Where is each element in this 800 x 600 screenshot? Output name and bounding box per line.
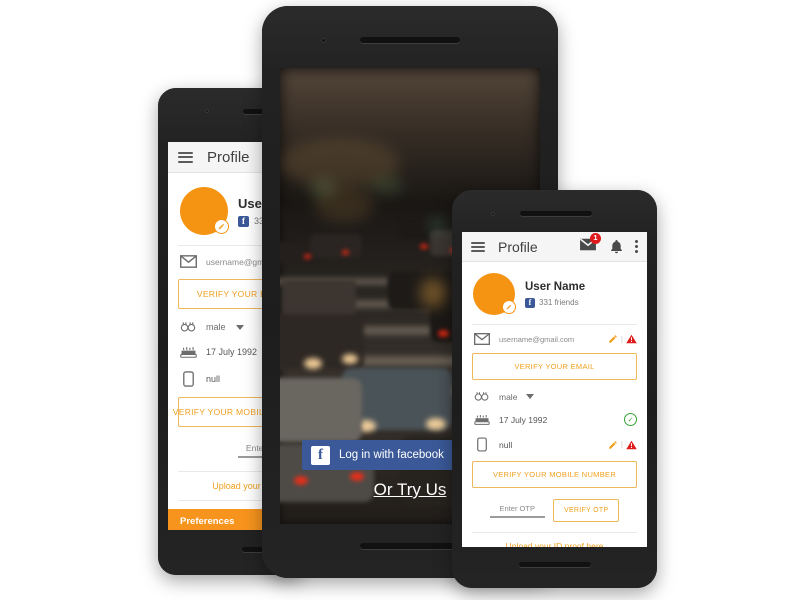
email-actions: | xyxy=(608,334,637,344)
earpiece-speaker xyxy=(520,211,592,216)
verify-email-button[interactable]: VERIFY YOUR EMAIL xyxy=(472,353,637,380)
front-camera-icon xyxy=(491,212,495,216)
hamburger-icon[interactable] xyxy=(471,241,485,252)
right-phone: Profile 1 User Name f 331 friends userna… xyxy=(452,190,657,588)
birthday-field-row[interactable]: 17 July 1992 ✓ xyxy=(462,409,647,433)
check-circle-icon: ✓ xyxy=(624,413,637,426)
birthday-value: 17 July 1992 xyxy=(206,347,258,357)
more-vertical-icon xyxy=(635,240,638,243)
gender-icon xyxy=(472,391,492,402)
bottom-speaker xyxy=(360,543,460,549)
page-title: Profile xyxy=(207,148,250,166)
facebook-login-button[interactable]: f Log in with facebook xyxy=(302,440,456,470)
front-camera-icon xyxy=(321,38,326,43)
separator: | xyxy=(620,440,623,449)
smartphone-icon xyxy=(178,371,198,387)
right-phone-screen: Profile 1 User Name f 331 friends userna… xyxy=(462,232,647,547)
email-field-row[interactable]: username@gmail.com | xyxy=(462,325,647,353)
verify-mobile-button[interactable]: VERIFY YOUR MOBILE NUMBER xyxy=(472,461,637,488)
mobile-actions: | xyxy=(608,440,637,450)
chevron-down-icon[interactable] xyxy=(526,394,535,399)
page-title: Profile xyxy=(498,238,538,255)
gender-icon xyxy=(178,321,198,333)
verify-otp-button[interactable]: VERIFY OTP xyxy=(552,499,620,522)
otp-row: Enter OTP VERIFY OTP xyxy=(462,499,647,522)
email-edit-pencil-icon[interactable] xyxy=(608,334,618,344)
unread-badge: 1 xyxy=(590,232,601,244)
profile-name: User Name xyxy=(525,280,586,293)
hamburger-icon[interactable] xyxy=(178,151,193,163)
more-options-button[interactable] xyxy=(635,240,638,253)
mobile-value: null xyxy=(206,374,221,384)
gender-value: male xyxy=(206,322,226,332)
email-value: username@gmail.com xyxy=(499,334,575,344)
email-warning-icon[interactable] xyxy=(626,334,637,344)
notifications-button[interactable] xyxy=(610,239,623,254)
envelope-icon xyxy=(472,333,492,345)
bell-icon xyxy=(611,240,622,254)
smartphone-icon xyxy=(472,437,492,452)
friends-count-row: f 331 friends xyxy=(525,297,585,308)
avatar-edit-pencil-icon[interactable] xyxy=(214,219,229,234)
mobile-value: null xyxy=(499,439,513,450)
upload-id-link[interactable]: Upload your ID proof here xyxy=(462,533,647,547)
right-appbar: Profile 1 xyxy=(462,232,647,262)
mobile-edit-pencil-icon[interactable] xyxy=(608,440,618,450)
gender-field-row[interactable]: male xyxy=(462,380,647,409)
earpiece-speaker xyxy=(360,37,460,43)
preferences-label: Preferences xyxy=(180,515,235,527)
facebook-icon: f xyxy=(525,297,535,308)
mockup-stage: Profile User Name f 331 friends xyxy=(0,0,800,600)
messages-button[interactable]: 1 xyxy=(579,232,601,256)
envelope-icon xyxy=(178,255,198,268)
facebook-icon: f xyxy=(238,215,249,227)
mobile-field-row[interactable]: null | xyxy=(462,433,647,461)
birthday-cake-icon xyxy=(472,413,492,426)
friends-count: 331 friends xyxy=(539,298,579,307)
birthday-cake-icon xyxy=(178,345,198,359)
avatar[interactable] xyxy=(180,187,229,235)
birthday-actions: ✓ xyxy=(624,413,637,426)
front-camera-icon xyxy=(205,109,209,113)
separator: | xyxy=(620,334,623,344)
birthday-value: 17 July 1992 xyxy=(499,414,548,425)
facebook-icon: f xyxy=(311,445,330,465)
gender-value: male xyxy=(499,391,518,402)
appbar-actions: 1 xyxy=(579,232,638,256)
avatar[interactable] xyxy=(473,273,516,315)
otp-input[interactable]: Enter OTP xyxy=(489,504,545,518)
facebook-login-label: Log in with facebook xyxy=(339,449,444,461)
avatar-edit-pencil-icon[interactable] xyxy=(502,300,516,314)
right-profile-row: User Name f 331 friends xyxy=(462,262,647,324)
bottom-speaker xyxy=(519,562,591,567)
mobile-warning-icon[interactable] xyxy=(626,440,637,450)
chevron-down-icon[interactable] xyxy=(235,324,244,330)
